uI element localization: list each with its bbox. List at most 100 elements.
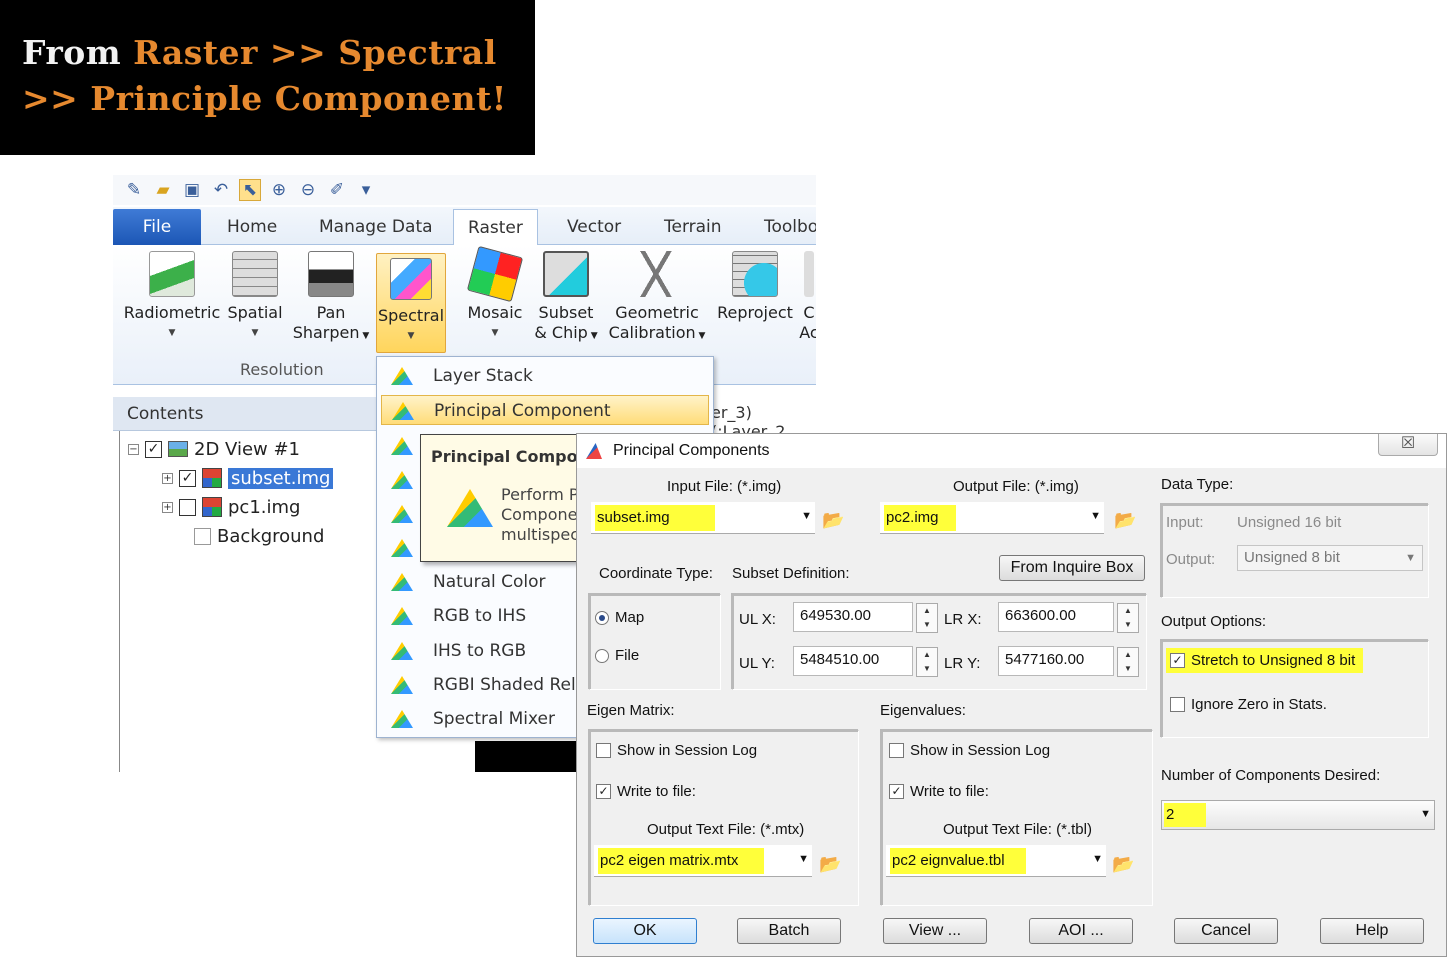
tab-file[interactable]: File	[113, 209, 201, 245]
contents-tree: − ✓ 2D View #1 + ✓ subset.img + pc1.img …	[119, 431, 381, 772]
menu-item-principal-component[interactable]: Principal Component	[381, 395, 709, 425]
uly-input[interactable]: 5484510.00 ▲ ▼	[793, 646, 938, 677]
spectral-icon	[391, 710, 413, 728]
geometric-calibration-button[interactable]: Geometric Calibration ▼	[607, 251, 707, 346]
output-type-select[interactable]: Unsigned 8 bit ▼	[1237, 545, 1423, 571]
view-label: 2D View #1	[194, 438, 301, 460]
layer-label-pc1[interactable]: pc1.img	[228, 497, 300, 518]
eigenvalues-label: Eigenvalues:	[880, 702, 966, 719]
layer-label-subset[interactable]: subset.img	[228, 467, 334, 489]
eigval-write-file-row[interactable]: ✓ Write to file:	[889, 783, 989, 800]
ignore-zero-checkbox[interactable]	[1170, 697, 1185, 712]
truncated-label-2: Ac	[799, 323, 816, 342]
ulx-input[interactable]: 649530.00 ▲ ▼	[793, 602, 938, 633]
lrx-input[interactable]: 663600.00 ▲ ▼	[998, 602, 1139, 633]
expand-icon[interactable]: +	[162, 472, 173, 484]
open-folder-icon[interactable]: 📂	[1112, 854, 1136, 874]
ignore-zero-checkbox-row[interactable]: Ignore Zero in Stats.	[1170, 696, 1327, 713]
cancel-button[interactable]: Cancel	[1174, 918, 1278, 944]
ulx-spinner[interactable]: ▲ ▼	[916, 603, 938, 633]
truncated-button[interactable]: C Ac	[799, 251, 816, 343]
background-checkbox[interactable]	[194, 527, 211, 545]
open-folder-icon[interactable]: 📂	[819, 854, 843, 874]
lrx-label: LR X:	[944, 611, 982, 628]
aoi-button[interactable]: AOI ...	[1029, 918, 1133, 944]
geometric-label: Geometric	[615, 303, 699, 322]
subset-checkbox[interactable]: ✓	[179, 469, 196, 487]
view-checkbox[interactable]: ✓	[145, 440, 162, 458]
matrix-output-combo[interactable]: pc2 eigen matrix.mtx ▼	[594, 845, 812, 877]
reproject-button[interactable]: Reproject	[713, 251, 797, 323]
subset-chip-button[interactable]: Subset & Chip ▼	[529, 251, 603, 346]
tree-node-subset[interactable]: + ✓ subset.img	[162, 465, 334, 491]
tab-raster[interactable]: Raster	[453, 209, 538, 247]
app-logo-icon[interactable]: ✎	[123, 180, 145, 200]
tab-terrain[interactable]: Terrain	[664, 209, 722, 245]
eraser-icon[interactable]: ✐	[326, 180, 348, 200]
tab-vector[interactable]: Vector	[567, 209, 621, 245]
zoom-in-icon[interactable]: ⊕	[268, 180, 290, 200]
eigval-session-log-checkbox[interactable]	[889, 743, 904, 758]
output-file-combo[interactable]: pc2.img ▼	[880, 502, 1104, 534]
spectral-button[interactable]: Spectral ▼	[376, 253, 446, 353]
tree-node-background[interactable]: Background	[194, 523, 324, 549]
lrx-value: 663600.00	[1005, 607, 1076, 624]
coord-file-radio[interactable]: File	[595, 647, 639, 664]
pc1-checkbox[interactable]	[179, 498, 196, 516]
matrix-output-value: pc2 eigen matrix.mtx	[598, 848, 764, 874]
open-folder-icon[interactable]: 📂	[822, 510, 846, 530]
spectral-icon	[391, 573, 413, 591]
help-button[interactable]: Help	[1320, 918, 1424, 944]
uly-value: 5484510.00	[800, 651, 880, 668]
eigval-output-combo[interactable]: pc2 eignvalue.tbl ▼	[886, 845, 1106, 877]
tree-node-2d-view[interactable]: − ✓ 2D View #1	[128, 436, 300, 462]
coord-map-radio[interactable]: Map	[595, 609, 644, 626]
collapse-icon[interactable]: −	[128, 443, 139, 455]
tab-toolbox[interactable]: Toolbo	[764, 209, 816, 245]
radiometric-button[interactable]: Radiometric ▼	[122, 251, 222, 343]
open-folder-icon[interactable]: ▰	[152, 180, 174, 200]
lrx-spinner[interactable]: ▲ ▼	[1117, 603, 1139, 633]
tab-manage-data[interactable]: Manage Data	[319, 209, 433, 245]
matrix-write-file-row[interactable]: ✓ Write to file:	[596, 783, 696, 800]
tab-home[interactable]: Home	[227, 209, 277, 245]
radio-map[interactable]	[595, 610, 609, 625]
stretch-checkbox[interactable]: ✓	[1170, 653, 1185, 668]
expand-icon[interactable]: +	[162, 501, 173, 513]
open-folder-icon[interactable]: 📂	[1114, 510, 1138, 530]
stretch-checkbox-row[interactable]: ✓ Stretch to Unsigned 8 bit	[1166, 648, 1364, 673]
zoom-out-icon[interactable]: ⊖	[297, 180, 319, 200]
lry-spinner[interactable]: ▲ ▼	[1117, 647, 1139, 677]
matrix-session-log-checkbox[interactable]	[596, 743, 611, 758]
undo-icon[interactable]: ↶	[210, 180, 232, 200]
matrix-session-log-row[interactable]: Show in Session Log	[596, 742, 757, 759]
input-file-combo[interactable]: subset.img ▼	[591, 502, 815, 534]
pan-sharpen-icon	[308, 251, 354, 297]
from-inquire-box-button[interactable]: From Inquire Box	[999, 555, 1145, 581]
pan-sharpen-button[interactable]: Pan Sharpen ▼	[289, 251, 373, 346]
menu-item-layer-stack[interactable]: Layer Stack	[381, 361, 709, 391]
view-button[interactable]: View ...	[883, 918, 987, 944]
ok-button[interactable]: OK	[593, 918, 697, 944]
matrix-write-file-checkbox[interactable]: ✓	[596, 784, 611, 799]
radio-file[interactable]	[595, 648, 609, 663]
eigval-write-file-checkbox[interactable]: ✓	[889, 784, 904, 799]
uly-spinner[interactable]: ▲ ▼	[916, 647, 938, 677]
spectral-icon	[447, 489, 493, 527]
num-components-select[interactable]: 2 ▼	[1161, 800, 1435, 830]
tree-node-pc1[interactable]: + pc1.img	[162, 494, 300, 520]
banner-from: From	[22, 33, 122, 72]
close-button[interactable]: ☒	[1378, 434, 1438, 456]
layer-label-background[interactable]: Background	[217, 526, 324, 547]
input-type-value: Unsigned 16 bit	[1237, 514, 1342, 531]
mosaic-button[interactable]: Mosaic ▼	[463, 245, 527, 343]
customize-toolbar-icon[interactable]: ▾	[355, 180, 377, 200]
save-icon[interactable]: ▣	[181, 180, 203, 200]
truncated-icon	[804, 251, 814, 297]
lry-input[interactable]: 5477160.00 ▲ ▼	[998, 646, 1139, 677]
batch-button[interactable]: Batch	[737, 918, 841, 944]
banner-line-1: From Raster >> Spectral	[22, 30, 535, 76]
eigval-session-log-row[interactable]: Show in Session Log	[889, 742, 1050, 759]
select-pointer-icon[interactable]: ⬉	[239, 179, 261, 201]
spatial-button[interactable]: Spatial ▼	[225, 251, 285, 343]
